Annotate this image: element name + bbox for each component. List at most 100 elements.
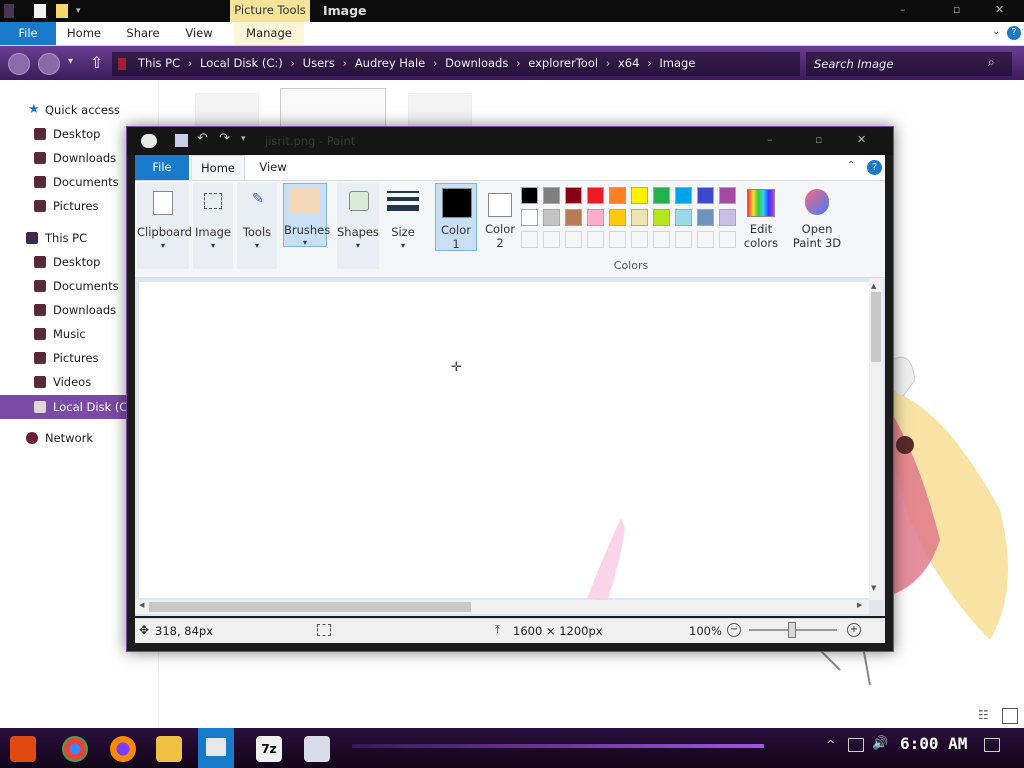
paint-taskbar-icon[interactable]: [304, 736, 330, 762]
palette-swatch[interactable]: [719, 209, 736, 226]
palette-swatch[interactable]: [653, 209, 670, 226]
palette-swatch[interactable]: [565, 209, 582, 226]
paint-app-icon[interactable]: [141, 134, 157, 148]
breadcrumb-separator-icon[interactable]: ›: [643, 56, 655, 70]
maximize-button[interactable]: ▫: [815, 133, 822, 146]
properties-icon[interactable]: [34, 4, 46, 18]
palette-swatch[interactable]: [543, 187, 560, 204]
redo-icon[interactable]: ↷: [219, 131, 230, 146]
open-paint3d-button[interactable]: Open Paint 3D: [789, 183, 845, 259]
help-icon[interactable]: ?: [867, 160, 882, 175]
back-button[interactable]: [8, 53, 30, 75]
palette-swatch[interactable]: [653, 187, 670, 204]
custom-palette-swatch[interactable]: [631, 231, 648, 248]
scroll-up-icon[interactable]: ▲: [871, 282, 876, 290]
palette-swatch[interactable]: [719, 187, 736, 204]
up-arrow-icon[interactable]: ⇧: [90, 53, 103, 72]
brushes-button[interactable]: Brushes ▾: [283, 183, 330, 247]
custom-palette-swatch[interactable]: [543, 231, 560, 248]
palette-swatch[interactable]: [521, 187, 538, 204]
palette-swatch[interactable]: [543, 209, 560, 226]
size-button[interactable]: Size ▾: [383, 183, 423, 269]
address-bar[interactable]: This PC › Local Disk (C:) › Users › Audr…: [112, 52, 800, 76]
custom-palette-swatch[interactable]: [521, 231, 538, 248]
zoom-slider-thumb[interactable]: [788, 622, 796, 638]
file-thumbnail[interactable]: [195, 93, 259, 129]
breadcrumb-item[interactable]: Downloads: [445, 56, 508, 70]
palette-swatch[interactable]: [697, 187, 714, 204]
tools-button[interactable]: ✎ Tools ▾: [237, 183, 277, 269]
explorer-tool-taskbar-item[interactable]: [198, 728, 234, 768]
palette-swatch[interactable]: [521, 209, 538, 226]
ribbon-collapse-icon[interactable]: ⌃: [847, 160, 855, 171]
color2-button[interactable]: Color 2: [481, 183, 519, 251]
network-tray-icon[interactable]: [848, 738, 864, 752]
save-icon[interactable]: [175, 134, 188, 147]
recent-locations-icon[interactable]: ▾: [68, 56, 73, 67]
palette-swatch[interactable]: [587, 209, 604, 226]
breadcrumb-item[interactable]: This PC: [138, 56, 180, 70]
edit-colors-button[interactable]: Edit colors: [739, 183, 783, 259]
palette-swatch[interactable]: [697, 209, 714, 226]
volume-icon[interactable]: 🔊: [872, 736, 888, 751]
tab-file[interactable]: File: [0, 22, 56, 45]
nav-quick-access[interactable]: ★ Quick access: [0, 99, 158, 121]
file-thumbnail[interactable]: [408, 93, 472, 129]
palette-swatch[interactable]: [631, 187, 648, 204]
7zip-icon[interactable]: 7z: [256, 736, 282, 762]
help-icon[interactable]: ?: [1007, 26, 1021, 40]
custom-palette-swatch[interactable]: [697, 231, 714, 248]
ribbon-collapse-icon[interactable]: ⌄: [992, 26, 1000, 37]
custom-palette-swatch[interactable]: [719, 231, 736, 248]
breadcrumb-item[interactable]: Audrey Hale: [355, 56, 425, 70]
palette-swatch[interactable]: [675, 209, 692, 226]
breadcrumb-separator-icon[interactable]: ›: [287, 56, 299, 70]
breadcrumb-separator-icon[interactable]: ›: [184, 56, 196, 70]
zoom-out-button[interactable]: −: [727, 623, 741, 637]
search-input[interactable]: Search Image: [814, 57, 893, 71]
custom-palette-swatch[interactable]: [587, 231, 604, 248]
breadcrumb-item[interactable]: Local Disk (C:): [200, 56, 283, 70]
scroll-thumb[interactable]: [149, 602, 471, 612]
close-button[interactable]: ✕: [995, 3, 1004, 16]
breadcrumb-separator-icon[interactable]: ›: [339, 56, 351, 70]
search-icon[interactable]: ⌕: [988, 55, 995, 70]
palette-swatch[interactable]: [609, 187, 626, 204]
scroll-left-icon[interactable]: ◀: [139, 601, 144, 609]
palette-swatch[interactable]: [609, 209, 626, 226]
custom-palette-swatch[interactable]: [609, 231, 626, 248]
large-icons-view-icon[interactable]: [1002, 708, 1018, 724]
shapes-button[interactable]: Shapes ▾: [337, 183, 379, 269]
custom-palette-swatch[interactable]: [675, 231, 692, 248]
breadcrumb-separator-icon[interactable]: ›: [512, 56, 524, 70]
forward-button[interactable]: [38, 53, 60, 75]
maximize-button[interactable]: ▫: [953, 3, 960, 16]
color1-button[interactable]: Color 1: [435, 183, 477, 251]
breadcrumb-separator-icon[interactable]: ›: [429, 56, 441, 70]
details-view-icon[interactable]: ☷: [978, 708, 989, 722]
chrome-icon[interactable]: [62, 736, 88, 762]
action-center-icon[interactable]: [984, 738, 1000, 752]
breadcrumb-item[interactable]: explorerTool: [528, 56, 598, 70]
clock[interactable]: 6:00 AM: [900, 734, 967, 753]
new-folder-icon[interactable]: [56, 4, 68, 18]
scroll-right-icon[interactable]: ▶: [857, 601, 862, 609]
breadcrumb-separator-icon[interactable]: ›: [602, 56, 614, 70]
horizontal-scrollbar[interactable]: ◀ ▶: [135, 600, 869, 614]
palette-swatch[interactable]: [631, 209, 648, 226]
vertical-scrollbar[interactable]: ▲ ▼: [869, 278, 883, 600]
file-thumbnail-selected[interactable]: [280, 88, 386, 128]
breadcrumb-item[interactable]: Users: [303, 56, 335, 70]
breadcrumb-item[interactable]: Image: [659, 56, 695, 70]
breadcrumb-item[interactable]: x64: [618, 56, 639, 70]
show-hidden-icons-icon[interactable]: ^: [826, 738, 835, 751]
zoom-in-button[interactable]: +: [847, 623, 861, 637]
tab-home[interactable]: Home: [191, 155, 245, 180]
tab-view[interactable]: View: [174, 22, 224, 45]
tab-share[interactable]: Share: [116, 22, 170, 45]
tab-manage[interactable]: Manage: [234, 22, 304, 45]
tab-view[interactable]: View: [247, 155, 299, 180]
custom-palette-swatch[interactable]: [653, 231, 670, 248]
custom-palette-swatch[interactable]: [565, 231, 582, 248]
scroll-thumb[interactable]: [871, 292, 881, 362]
